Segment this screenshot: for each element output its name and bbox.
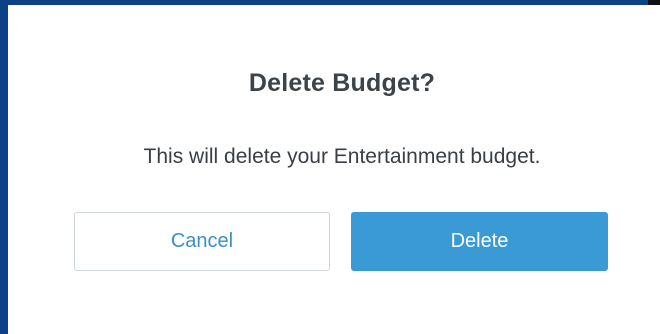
dialog-message: This will delete your Entertainment budg… bbox=[143, 145, 541, 168]
cancel-button-label: Cancel bbox=[170, 230, 234, 252]
delete-button-label: Delete bbox=[450, 230, 509, 252]
delete-button[interactable]: Delete bbox=[351, 212, 608, 271]
modal-frame: Delete Budget? This will delete your Ent… bbox=[0, 0, 660, 334]
delete-budget-dialog: Delete Budget? This will delete your Ent… bbox=[8, 5, 660, 334]
frame-border-left bbox=[0, 0, 8, 334]
cancel-button[interactable]: Cancel bbox=[74, 212, 330, 271]
dialog-title: Delete Budget? bbox=[248, 69, 436, 97]
